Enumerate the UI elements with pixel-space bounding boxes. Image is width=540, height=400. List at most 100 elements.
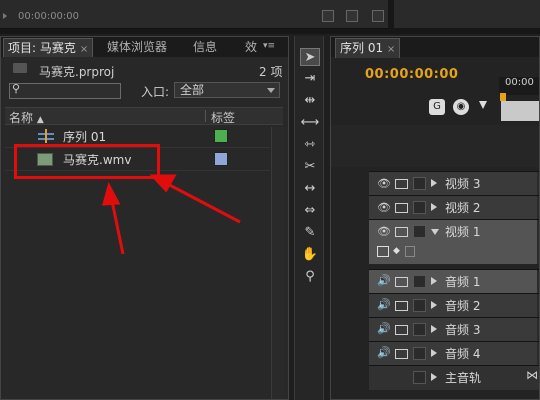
tab-media-browser[interactable]: 媒体浏览器 <box>103 38 171 57</box>
expand-icon[interactable] <box>431 179 437 187</box>
collapse-icon[interactable] <box>431 229 439 235</box>
program-monitor-footer <box>394 0 540 28</box>
lock-toggle[interactable] <box>413 225 426 238</box>
expand-icon[interactable] <box>431 373 437 381</box>
label-color-swatch[interactable] <box>214 152 228 166</box>
tab-sequence[interactable]: 序列 01 × <box>335 38 401 58</box>
track-name: 视频 1 <box>445 225 481 239</box>
expand-icon[interactable] <box>3 13 7 19</box>
column-name[interactable]: 名称 ▲ <box>9 109 44 126</box>
rate-stretch-tool-icon[interactable]: ⇿ <box>300 136 320 154</box>
display-style-icon[interactable] <box>377 246 389 257</box>
inpoint-select[interactable]: 全部 <box>174 82 280 98</box>
zoom-tool-icon[interactable]: ⚲ <box>300 268 320 286</box>
slide-tool-icon[interactable]: ⇔ <box>300 202 320 220</box>
ruler-label: 00:00 <box>505 77 534 88</box>
speaker-icon[interactable]: 🔊 <box>377 298 391 311</box>
keyframe-icon[interactable]: ◆ <box>393 246 400 256</box>
panel-menu-icon[interactable]: ▾≡ <box>263 41 275 51</box>
eye-icon[interactable]: 👁 <box>377 177 391 190</box>
sync-icon[interactable] <box>395 349 408 359</box>
eye-icon[interactable]: 👁 <box>377 201 391 214</box>
timeline-spacer <box>331 125 539 167</box>
camera-icon[interactable] <box>395 227 408 237</box>
sequence-icon <box>38 129 54 143</box>
track-row[interactable]: 👁 视频 2 <box>369 195 539 219</box>
expand-icon[interactable] <box>431 277 437 285</box>
eye-icon[interactable]: 👁 <box>377 225 391 238</box>
track-divider <box>537 196 539 219</box>
project-file-name: 马赛克.prproj <box>39 65 115 79</box>
folder-icon <box>13 63 27 73</box>
hand-tool-icon[interactable]: ✋ <box>300 246 320 264</box>
track-row[interactable]: 👁 视频 1 ◆ <box>369 219 539 264</box>
track-divider <box>537 318 539 341</box>
tab-project[interactable]: 项目: 马赛克 × <box>3 38 94 57</box>
track-row[interactable]: 🔊 音频 4 <box>369 341 539 365</box>
timeline-tab-bar: 序列 01 × <box>331 37 539 58</box>
track-row[interactable]: 👁 视频 3 <box>369 171 539 195</box>
lock-toggle[interactable] <box>413 347 426 360</box>
lock-toggle[interactable] <box>413 275 426 288</box>
track-row[interactable]: 🔊 音频 2 <box>369 293 539 317</box>
lock-toggle[interactable] <box>413 323 426 336</box>
lock-toggle[interactable] <box>413 201 426 214</box>
slip-tool-icon[interactable]: ↔ <box>300 180 320 198</box>
item-name: 序列 01 <box>63 130 107 144</box>
sync-icon[interactable] <box>395 325 408 335</box>
work-area-bar[interactable] <box>501 101 539 121</box>
expand-icon[interactable] <box>431 301 437 309</box>
tab-info[interactable]: 信息 <box>189 38 221 57</box>
timeline-timecode[interactable]: 00:00:00:00 <box>365 67 458 82</box>
speaker-icon[interactable]: 🔊 <box>377 322 391 335</box>
track-name: 视频 3 <box>445 177 481 191</box>
expand-icon[interactable] <box>431 203 437 211</box>
sort-up-icon: ▲ <box>36 115 44 125</box>
camera-icon[interactable] <box>395 179 408 189</box>
list-header: 名称 ▲ 标签 <box>5 107 283 125</box>
speaker-icon[interactable]: 🔊 <box>377 274 391 287</box>
monitor-control-icon[interactable] <box>346 10 358 22</box>
track-divider <box>537 270 539 293</box>
track-row[interactable]: 🔊 音频 1 <box>369 269 539 293</box>
track-divider <box>537 342 539 365</box>
scrollbar[interactable] <box>271 127 284 399</box>
track-divider <box>537 294 539 317</box>
rolling-edit-tool-icon[interactable]: ⟷ <box>300 114 320 132</box>
track-row[interactable]: 主音轨 ⋈ <box>369 365 539 390</box>
track-row[interactable]: 🔊 音频 3 <box>369 317 539 341</box>
ripple-edit-tool-icon[interactable]: ⇹ <box>300 92 320 110</box>
label-color-swatch[interactable] <box>214 129 228 143</box>
search-input[interactable]: ⚲ <box>9 82 121 99</box>
bowtie-icon: ⋈ <box>526 368 538 382</box>
keyframe-nav-icon[interactable] <box>405 246 415 257</box>
column-label[interactable]: 标签 <box>211 109 235 126</box>
expand-icon[interactable] <box>431 325 437 333</box>
sync-icon[interactable] <box>395 277 408 287</box>
lock-toggle[interactable] <box>413 299 426 312</box>
speaker-icon[interactable]: 🔊 <box>377 346 391 359</box>
monitor-control-icon[interactable] <box>322 10 334 22</box>
track-select-tool-icon[interactable]: ⇥ <box>300 70 320 88</box>
close-icon[interactable]: × <box>387 44 395 55</box>
razor-tool-icon[interactable]: ✂ <box>300 158 320 176</box>
track-name: 音频 2 <box>445 299 481 313</box>
select-tool-icon[interactable]: ➤ <box>300 48 320 66</box>
close-icon[interactable]: × <box>80 44 88 55</box>
monitor-control-icon[interactable] <box>372 10 384 22</box>
lock-toggle[interactable] <box>413 177 426 190</box>
camera-icon[interactable] <box>395 203 408 213</box>
set-marker-icon[interactable] <box>479 101 487 109</box>
pen-tool-icon[interactable]: ✎ <box>300 224 320 242</box>
marker-icon[interactable]: ◉ <box>453 99 469 115</box>
source-monitor-footer: 00:00:00:00 <box>0 0 388 29</box>
sync-icon[interactable] <box>395 301 408 311</box>
timeline-panel: 序列 01 × 00:00:00:00 00:00 G ◉ 👁 视频 3 👁 视… <box>330 36 540 400</box>
lock-toggle[interactable] <box>413 371 426 384</box>
project-tab-bar: 项目: 马赛克 × 媒体浏览器 信息 效 ▾≡ <box>1 37 288 57</box>
tab-effects[interactable]: 效 <box>241 38 261 57</box>
expand-icon[interactable] <box>431 349 437 357</box>
playhead-icon[interactable] <box>500 93 506 101</box>
top-panel-area: 00:00:00:00 <box>0 0 540 34</box>
snap-icon[interactable]: G <box>429 99 445 115</box>
